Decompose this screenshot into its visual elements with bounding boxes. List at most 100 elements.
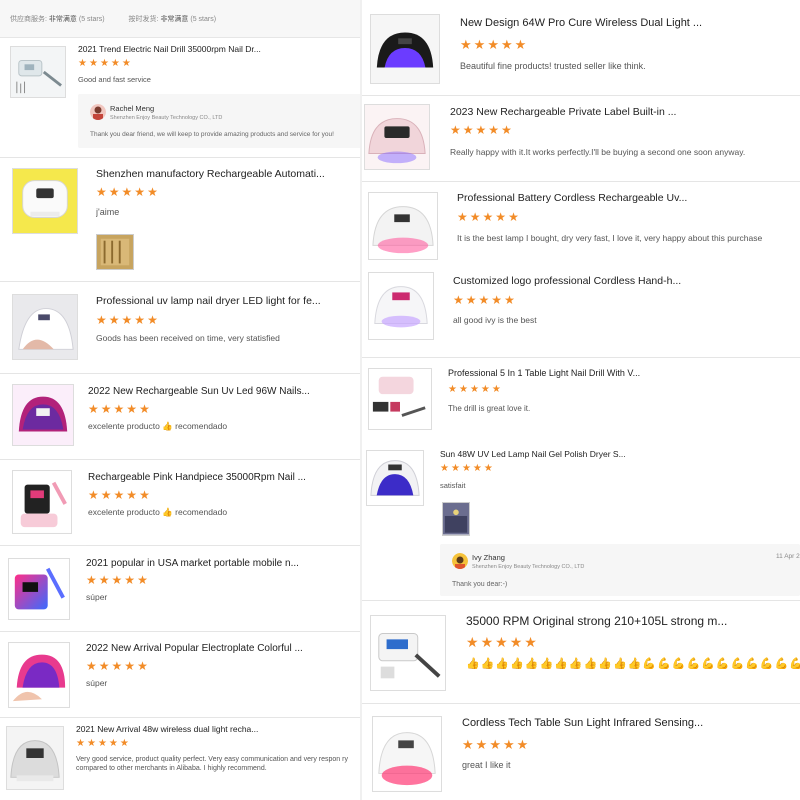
star-icon: ★ <box>516 737 529 752</box>
star-icon: ★ <box>450 463 460 474</box>
star-rating: ★ ★ ★ ★ ★ <box>457 211 519 223</box>
review-photo[interactable] <box>96 234 134 270</box>
product-thumbnail[interactable] <box>8 642 70 708</box>
star-icon: ★ <box>78 58 87 69</box>
product-thumbnail[interactable] <box>364 104 430 170</box>
star-icon: ★ <box>88 402 99 416</box>
review-comment: súper <box>86 678 108 688</box>
product-title[interactable]: Shenzhen manufactory Rechargeable Automa… <box>96 168 358 180</box>
star-icon: ★ <box>86 573 97 587</box>
star-icon: ★ <box>465 293 477 307</box>
star-icon: ★ <box>86 659 97 673</box>
product-thumbnail[interactable] <box>8 558 70 620</box>
star-icon: ★ <box>491 293 503 307</box>
review-comment: The drill is great love it. <box>448 404 531 413</box>
product-title[interactable]: 2021 Trend Electric Nail Drill 35000rpm … <box>78 44 358 54</box>
product-thumbnail[interactable] <box>372 716 442 792</box>
star-icon: ★ <box>495 210 507 224</box>
seller-reply: Rachel Meng Shenzhen Enjoy Beauty Techno… <box>78 94 362 148</box>
review-comment: Really happy with it.It works perfectly.… <box>450 147 746 157</box>
star-icon: ★ <box>450 123 461 137</box>
review-item: 2021 New Arrival 48w wireless dual light… <box>0 718 362 800</box>
review-item: 2023 New Rechargeable Private Label Buil… <box>362 96 800 182</box>
product-title[interactable]: Cordless Tech Table Sun Light Infrared S… <box>462 717 796 729</box>
review-item: 35000 RPM Original strong 210+105L stron… <box>362 600 800 704</box>
product-title[interactable]: 35000 RPM Original strong 210+105L stron… <box>466 614 796 628</box>
star-icon: ★ <box>108 738 118 749</box>
star-icon: ★ <box>495 634 508 650</box>
star-icon: ★ <box>100 488 112 502</box>
star-icon: ★ <box>469 384 479 395</box>
reply-date: 11 Apr 2 <box>776 553 800 560</box>
product-title[interactable]: Rechargeable Pink Handpiece 35000Rpm Nai… <box>88 472 358 483</box>
review-comment: Beautiful fine products! trusted seller … <box>460 61 646 71</box>
star-rating: ★ ★ ★ ★ ★ <box>96 314 158 326</box>
product-title[interactable]: 2022 New Rechargeable Sun Uv Led 96W Nai… <box>88 386 358 397</box>
star-icon: ★ <box>491 384 501 395</box>
star-icon: ★ <box>137 659 148 673</box>
product-thumbnail[interactable] <box>370 615 446 691</box>
product-thumbnail[interactable] <box>12 168 78 234</box>
review-item: Professional uv lamp nail dryer LED ligh… <box>0 282 362 374</box>
star-icon: ★ <box>111 659 123 673</box>
product-title[interactable]: 2022 New Arrival Popular Electroplate Co… <box>86 643 358 654</box>
product-thumbnail[interactable] <box>368 192 438 260</box>
product-thumbnail[interactable] <box>12 294 78 360</box>
star-rating: ★ ★ ★ ★ ★ <box>88 403 150 415</box>
star-icon: ★ <box>514 37 527 52</box>
product-thumbnail[interactable] <box>10 46 66 98</box>
review-photo[interactable] <box>442 502 470 536</box>
product-title[interactable]: New Design 64W Pro Cure Wireless Dual Li… <box>460 17 796 29</box>
star-icon: ★ <box>99 58 109 69</box>
star-icon: ★ <box>508 210 519 224</box>
star-icon: ★ <box>487 37 499 52</box>
product-thumbnail[interactable] <box>368 272 434 340</box>
on-time-delivery-rating: 按时发货: 非常满意 (5 stars) <box>128 15 217 23</box>
star-rating: ★ ★ ★ ★ ★ <box>78 59 131 69</box>
review-comment: all good ivy is the best <box>453 315 537 325</box>
star-icon: ★ <box>121 185 133 199</box>
product-title[interactable]: Customized logo professional Cordless Ha… <box>453 275 796 287</box>
star-icon: ★ <box>139 488 150 502</box>
review-comment: satisfait <box>440 481 466 490</box>
star-icon: ★ <box>480 634 494 650</box>
seller-company: Shenzhen Enjoy Beauty Technology CO., LT… <box>110 115 223 121</box>
review-comment: Very good service, product quality perfe… <box>76 756 348 773</box>
seller-avatar <box>452 553 468 569</box>
star-icon: ★ <box>86 738 96 749</box>
product-thumbnail[interactable] <box>368 368 432 430</box>
star-icon: ★ <box>460 37 472 52</box>
star-icon: ★ <box>501 123 512 137</box>
product-title[interactable]: Professional 5 In 1 Table Light Nail Dri… <box>448 368 796 378</box>
seller-reply-message: Thank you dear friend, we will keep to p… <box>90 131 334 138</box>
star-rating: ★ ★ ★ ★ ★ <box>96 186 158 198</box>
product-title[interactable]: Sun 48W UV Led Lamp Nail Gel Polish Drye… <box>440 449 796 459</box>
review-item: New Design 64W Pro Cure Wireless Dual Li… <box>362 0 800 96</box>
star-icon: ★ <box>469 210 481 224</box>
product-title[interactable]: 2021 popular in USA market portable mobi… <box>86 558 358 569</box>
review-comment: 👍👍👍👍👍👍👍👍👍👍👍👍💪💪💪💪💪💪💪💪💪💪💪💪💪💪🌹🌹🌹 <box>466 658 800 670</box>
star-icon: ★ <box>509 634 523 650</box>
rating-summary-bar: 供应商服务: 非常满意 (5 stars) 按时发货: 非常满意 (5 star… <box>0 0 362 38</box>
product-title[interactable]: 2023 New Rechargeable Private Label Buil… <box>450 106 796 118</box>
star-icon: ★ <box>126 402 138 416</box>
star-icon: ★ <box>504 293 515 307</box>
product-thumbnail[interactable] <box>12 384 74 446</box>
seller-avatar <box>90 104 106 120</box>
star-icon: ★ <box>121 313 133 327</box>
product-title[interactable]: Professional Battery Cordless Rechargeab… <box>457 192 796 204</box>
star-icon: ★ <box>134 185 146 199</box>
seller-reply: Ivy Zhang Shenzhen Enjoy Beauty Technolo… <box>440 544 800 596</box>
product-thumbnail[interactable] <box>370 14 440 84</box>
product-thumbnail[interactable] <box>12 470 72 534</box>
product-title[interactable]: 2021 New Arrival 48w wireless dual light… <box>76 724 358 734</box>
review-comment: j'aime <box>96 207 120 217</box>
review-item: 2021 popular in USA market portable mobi… <box>0 546 362 632</box>
star-icon: ★ <box>121 58 131 69</box>
product-thumbnail[interactable] <box>366 450 424 506</box>
product-title[interactable]: Professional uv lamp nail dryer LED ligh… <box>96 295 358 307</box>
star-rating: ★ ★ ★ ★ ★ <box>460 38 526 51</box>
star-rating: ★ ★ ★ ★ ★ <box>462 738 528 751</box>
product-thumbnail[interactable] <box>6 726 64 790</box>
star-icon: ★ <box>502 737 515 752</box>
